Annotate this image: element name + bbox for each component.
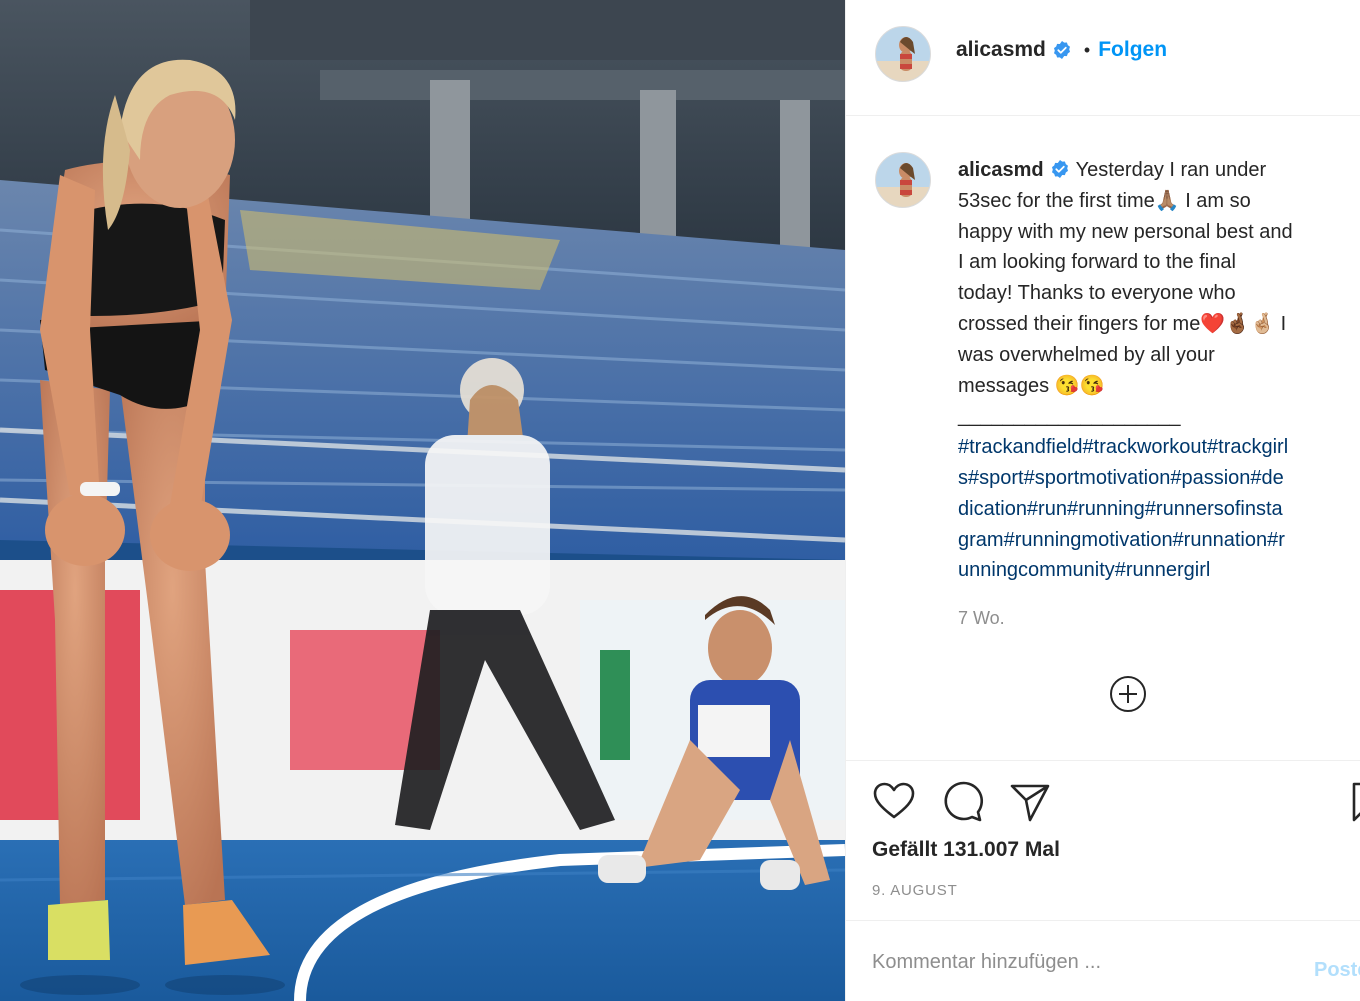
post-header: alicasmd • Folgen	[846, 0, 1360, 116]
post-date[interactable]: 9. AUGUST	[872, 882, 958, 899]
follow-button[interactable]: Folgen	[1098, 38, 1167, 62]
verified-badge-icon	[1051, 160, 1068, 178]
caption-text-line: happy with my new personal best and	[958, 220, 1293, 243]
hashtag-line[interactable]: s#sport#sportmotivation#passion#de	[958, 463, 1358, 494]
post-image[interactable]	[0, 0, 845, 1001]
plus-circle-icon[interactable]	[1109, 675, 1147, 713]
speech-bubble-icon[interactable]	[940, 780, 984, 824]
hashtag-line[interactable]: unningcommunity#runnergirl	[958, 555, 1358, 586]
caption-text-line: crossed their fingers for me❤️🤞🏾🤞🏼 I	[958, 312, 1287, 335]
hashtag-line[interactable]: dication#run#running#runnersofinsta	[958, 494, 1358, 525]
post-comment-button[interactable]: Posten	[1314, 959, 1360, 982]
caption-avatar[interactable]	[875, 152, 931, 208]
action-bar-divider	[846, 760, 1360, 762]
hashtag-line[interactable]: #trackandfield#trackworkout#trackgirl	[958, 432, 1358, 463]
comment-bar: Posten	[846, 920, 1360, 1001]
caption-divider-line: ____________________	[958, 405, 1181, 428]
heart-icon[interactable]	[872, 780, 916, 824]
hashtag-line[interactable]: gram#runningmotivation#runnation#r	[958, 525, 1358, 556]
post-image-illustration	[0, 0, 845, 1001]
caption-username[interactable]: alicasmd	[958, 159, 1044, 181]
caption-text-line: I am looking forward to the final	[958, 251, 1236, 274]
likes-count[interactable]: Gefällt 131.007 Mal	[872, 838, 1060, 862]
caption-time-ago[interactable]: 7 Wo.	[958, 608, 1005, 629]
caption-text-line: messages 😘😘	[958, 374, 1105, 397]
caption-text-line: today! Thanks to everyone who	[958, 282, 1236, 305]
paper-plane-icon[interactable]	[1008, 780, 1052, 824]
post-caption: alicasmd Yesterday I ran under 53sec for …	[958, 155, 1358, 586]
caption-text-line: was overwhelmed by all your	[958, 343, 1215, 366]
avatar[interactable]	[875, 26, 931, 82]
caption-text-line: Yesterday I ran under	[1075, 159, 1267, 181]
bookmark-icon[interactable]	[1344, 780, 1360, 824]
comment-input[interactable]	[872, 951, 1252, 974]
verified-badge-icon	[1053, 41, 1070, 59]
separator-dot: •	[1083, 39, 1091, 60]
caption-first-line: alicasmd Yesterday I ran under	[958, 155, 1358, 186]
post-detail-panel: alicasmd • Folgen alicasmd Yesterday I ra…	[845, 0, 1360, 1001]
author-username[interactable]: alicasmd	[956, 38, 1046, 62]
caption-text-line: 53sec for the first time🙏🏽 I am so	[958, 189, 1251, 212]
